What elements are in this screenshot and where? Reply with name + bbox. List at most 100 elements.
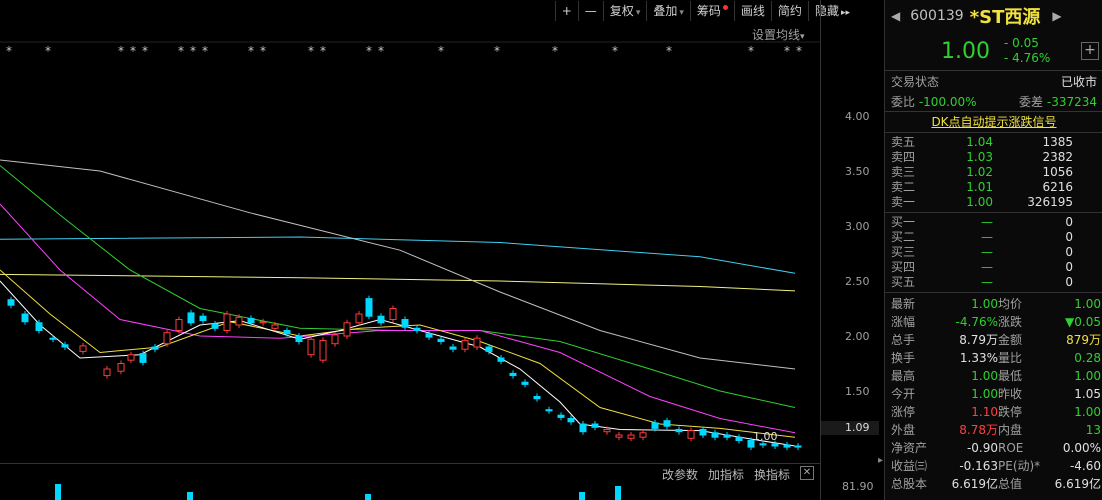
candle-body — [61, 344, 69, 348]
candle-body — [794, 445, 802, 448]
stat-value: 1.33% — [959, 351, 998, 365]
stat-row: 最新 1.00 均价 1.00 — [885, 295, 1102, 313]
draw-line-button[interactable]: 画线 — [733, 1, 771, 21]
last-price-label: 1.00 — [753, 430, 778, 443]
ask-book: 卖五 1.04 1385 卖四 1.03 2382 卖三 1.02 1056 卖二 1.01 6216… — [885, 132, 1102, 212]
candle-body — [259, 321, 267, 324]
stat-row: 最高 1.00 最低 1.00 — [885, 367, 1102, 385]
close-icon[interactable]: ✕ — [800, 466, 814, 480]
candle-body — [7, 299, 15, 306]
price-tick: 2.00 — [845, 330, 870, 343]
candle-body — [771, 443, 779, 447]
ma60-line — [0, 159, 796, 370]
weibi-row: 委比 -100.00% 委差 -337234 — [885, 91, 1102, 111]
event-marker: * — [796, 44, 802, 58]
event-marker: * — [118, 44, 124, 58]
dk-signal-link[interactable]: DK点自动提示涨跌信号 — [885, 111, 1102, 132]
ask-row: 卖四 1.03 2382 — [885, 150, 1102, 165]
candle-body — [413, 327, 421, 331]
stat-value: 8.79万 — [959, 333, 998, 347]
stat-row: 今开 1.00 昨收 1.05 — [885, 385, 1102, 403]
stat-value: 0.28 — [1074, 351, 1101, 365]
indicator-bar: 改参数 加指标 换指标 ✕ — [0, 463, 820, 484]
zoom-in-button[interactable]: + — [554, 1, 578, 21]
weicha-label: 委差 — [1019, 94, 1044, 109]
stat-label: 净资产 — [891, 441, 928, 455]
ask-label: 卖三 — [891, 165, 916, 179]
stat-row: 收益㈢ -0.163 PE(动)* -4.60 — [885, 457, 1102, 475]
stat-label: 最低 — [998, 369, 1023, 383]
stat-value: ▼0.05 — [1065, 315, 1101, 329]
candle-body — [579, 423, 587, 433]
stat-row: 净资产 -0.90 ROE 0.00% — [885, 439, 1102, 457]
bid-price: — — [981, 230, 993, 244]
ask-price: 1.00 — [966, 195, 993, 209]
candle-body — [783, 444, 791, 448]
event-marker: * — [202, 44, 208, 58]
current-price-marker: 1.09 — [821, 421, 879, 435]
kline-svg[interactable]: * * * * * * * * * * * * * * * * * * * * * * 1.00 — [0, 0, 820, 500]
event-marker: * — [366, 44, 372, 58]
volume-bar — [579, 492, 585, 500]
price-tick: 3.50 — [845, 165, 870, 178]
stat-label: 外盘 — [891, 423, 916, 437]
candle-body — [557, 414, 565, 418]
weibi-value: -100.00% — [918, 94, 977, 109]
change-value: - 0.05 — [1003, 36, 1039, 50]
stats-table: 最新 1.00 均价 1.00 涨幅 -4.76% 涨跌 ▼0.05 总手 8.79万 金额 879万… — [885, 292, 1102, 493]
ask-volume: 6216 — [1042, 180, 1073, 194]
candle-body — [355, 313, 363, 324]
event-marker: * — [438, 44, 444, 58]
stat-label: 总手 — [891, 333, 916, 347]
candle-body — [497, 357, 505, 362]
ask-row: 卖五 1.04 1385 — [885, 135, 1102, 150]
candle-body — [401, 319, 409, 328]
event-marker: * — [178, 44, 184, 58]
stat-value: 6.619亿 — [1054, 477, 1101, 491]
stat-value: 879万 — [1066, 333, 1101, 347]
kline-chart-area[interactable]: * * * * * * * * * * * * * * * * * * * * * * 1.00 + — 复权 ▾ 叠加 ▾ 筹… — [0, 0, 883, 500]
event-marker: * — [612, 44, 618, 58]
volume-tick: 81.90 — [842, 480, 874, 493]
candle-body — [711, 432, 719, 438]
candle-body — [331, 334, 339, 345]
bid-volume: 0 — [1065, 230, 1073, 244]
weibi-label: 委比 — [891, 94, 916, 109]
ask-row: 卖一 1.00 326195 — [885, 195, 1102, 210]
red-dot-icon — [722, 5, 728, 10]
fuquan-label: 复权 — [609, 4, 634, 18]
stat-value: -0.163 — [959, 459, 998, 473]
event-marker: * — [130, 44, 136, 58]
set-ma-button[interactable]: 设置均线▾ — [752, 26, 805, 43]
candle-body — [151, 346, 159, 350]
stat-row: 换手 1.33% 量比 0.28 — [885, 349, 1102, 367]
candle-body — [343, 322, 351, 337]
next-stock-icon[interactable]: ▶ — [1052, 9, 1061, 23]
simple-mode-button[interactable]: 简约 — [770, 1, 808, 21]
add-indicator-link[interactable]: 加指标 — [708, 466, 744, 483]
last-price: 1.00 — [941, 38, 990, 64]
prev-stock-icon[interactable]: ◀ — [891, 9, 900, 23]
zoom-out-button[interactable]: — — [577, 1, 603, 21]
stat-row: 涨幅 -4.76% 涨跌 ▼0.05 — [885, 313, 1102, 331]
fuquan-dropdown[interactable]: 复权 ▾ — [602, 1, 647, 21]
stat-value: -0.90 — [966, 441, 998, 455]
candle-body — [377, 315, 385, 324]
bid-volume: 0 — [1065, 215, 1073, 229]
ma10-line — [0, 269, 796, 438]
stat-label: 总值 — [998, 477, 1023, 491]
stat-label: 昨收 — [998, 387, 1023, 401]
add-watchlist-button[interactable]: + — [1081, 42, 1099, 60]
chip-button[interactable]: 筹码 — [689, 1, 734, 21]
overlay-dropdown[interactable]: 叠加 ▾ — [646, 1, 690, 21]
stat-label: 涨幅 — [891, 315, 916, 329]
stat-value: 6.619亿 — [951, 477, 998, 491]
event-marker: * — [784, 44, 790, 58]
ask-label: 卖二 — [891, 180, 916, 194]
candle-body — [103, 368, 111, 377]
candle-body — [437, 338, 445, 342]
edit-params-link[interactable]: 改参数 — [662, 466, 698, 483]
ask-row: 卖三 1.02 1056 — [885, 165, 1102, 180]
change-indicator-link[interactable]: 换指标 — [754, 466, 790, 483]
price-axis: 4.00 3.50 3.00 2.50 2.00 1.50 1.09 — [820, 0, 881, 500]
